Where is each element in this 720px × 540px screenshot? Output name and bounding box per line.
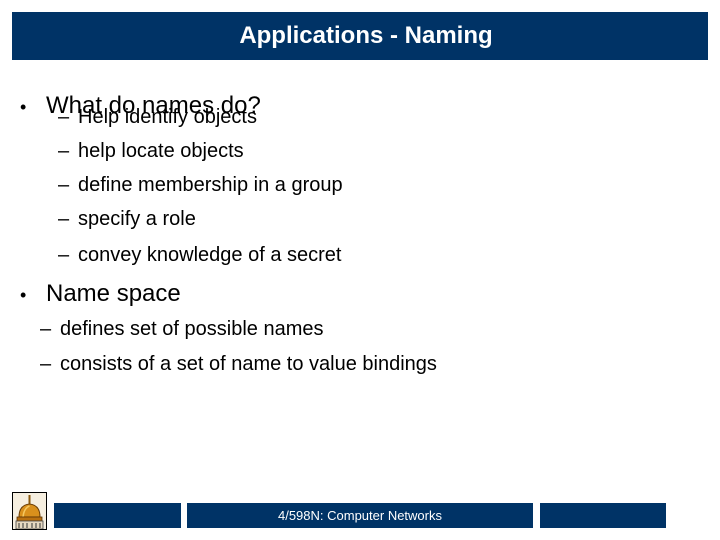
slide-title: Applications - Naming — [239, 22, 493, 49]
dash-marker: – — [58, 208, 70, 230]
sub-item-text: specify a role — [78, 208, 196, 230]
bullet-text: Name space — [46, 280, 181, 307]
sub-item: – convey knowledge of a secret — [58, 244, 342, 267]
dash-marker: – — [58, 174, 70, 196]
sub-item-text: defines set of possible names — [60, 318, 324, 340]
bullet-item: • Name space — [20, 280, 181, 308]
golden-dome-icon — [12, 492, 47, 530]
dash-marker: – — [58, 244, 70, 266]
sub-item-text: Help identify objects — [78, 106, 257, 128]
footer-left-box — [54, 503, 181, 528]
sub-item: – define membership in a group — [58, 174, 343, 197]
footer-center-box: 4/598N: Computer Networks — [187, 503, 533, 528]
sub-item-text: convey knowledge of a secret — [78, 244, 342, 266]
sub-item-text: help locate objects — [78, 140, 244, 162]
dash-marker: – — [40, 318, 52, 340]
bullet-marker: • — [20, 97, 27, 117]
slide-title-bar: Applications - Naming — [12, 12, 708, 60]
sub-item: – consists of a set of name to value bin… — [40, 353, 437, 376]
sub-item-text: define membership in a group — [78, 174, 343, 196]
footer-right-box — [540, 503, 666, 528]
sub-item: – Help identify objects — [58, 106, 257, 129]
dash-marker: – — [58, 140, 70, 162]
sub-item: – help locate objects — [58, 140, 244, 163]
dash-marker: – — [40, 353, 52, 375]
dash-marker: – — [58, 106, 70, 128]
sub-item: – defines set of possible names — [40, 318, 324, 341]
sub-item-text: consists of a set of name to value bindi… — [60, 353, 437, 375]
bullet-marker: • — [20, 285, 27, 305]
sub-item: – specify a role — [58, 208, 196, 231]
footer-course-title: 4/598N: Computer Networks — [277, 508, 442, 523]
